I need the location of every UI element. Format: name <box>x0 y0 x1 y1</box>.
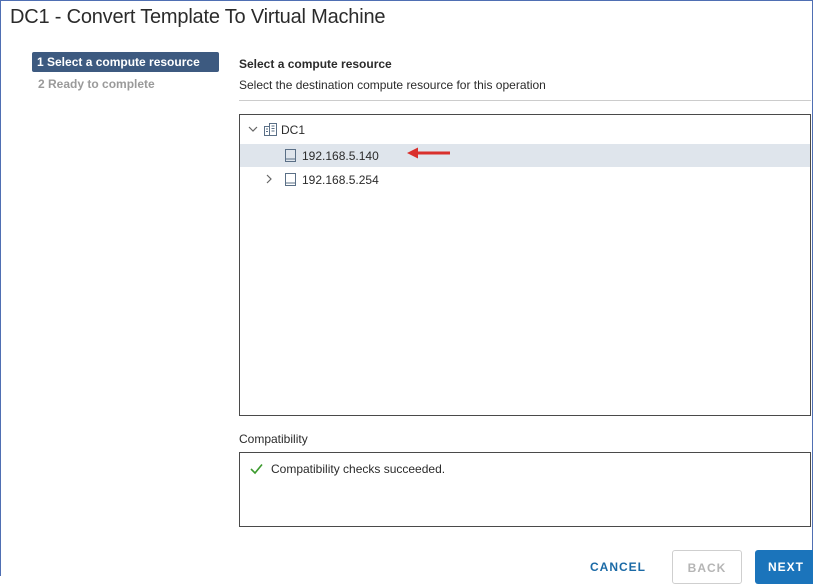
dialog-title: DC1 - Convert Template To Virtual Machin… <box>10 6 386 28</box>
red-arrow-icon <box>406 146 452 160</box>
back-button[interactable]: BACK <box>672 550 742 584</box>
divider <box>239 100 811 101</box>
compute-resource-tree[interactable]: DC1 192.168.5.140 192.168.5.254 <box>239 114 811 416</box>
chevron-down-icon[interactable] <box>248 124 258 134</box>
wizard-dialog: DC1 - Convert Template To Virtual Machin… <box>0 0 813 584</box>
next-button[interactable]: NEXT <box>755 550 813 584</box>
section-title: Select a compute resource <box>239 57 392 71</box>
tree-node-label: DC1 <box>281 123 306 137</box>
wizard-step-select-compute-resource[interactable]: 1 Select a compute resource <box>32 52 219 72</box>
checkmark-icon <box>250 462 263 475</box>
tree-node-label: 192.168.5.140 <box>302 149 379 163</box>
wizard-step-ready-to-complete: 2 Ready to complete <box>38 77 155 91</box>
chevron-right-icon[interactable] <box>264 174 274 184</box>
section-subtitle: Select the destination compute resource … <box>239 78 546 92</box>
cancel-button[interactable]: CANCEL <box>579 550 657 584</box>
compatibility-message: Compatibility checks succeeded. <box>271 462 446 476</box>
host-icon <box>285 149 297 162</box>
tree-node-host[interactable]: 192.168.5.254 <box>240 168 810 191</box>
host-icon <box>285 173 297 186</box>
datacenter-icon <box>264 123 277 136</box>
tree-node-label: 192.168.5.254 <box>302 173 379 187</box>
tree-node-host-selected[interactable]: 192.168.5.140 <box>240 144 810 167</box>
compatibility-label: Compatibility <box>239 432 308 446</box>
compatibility-panel: Compatibility checks succeeded. <box>239 452 811 527</box>
tree-node-dc1[interactable]: DC1 <box>240 118 810 141</box>
